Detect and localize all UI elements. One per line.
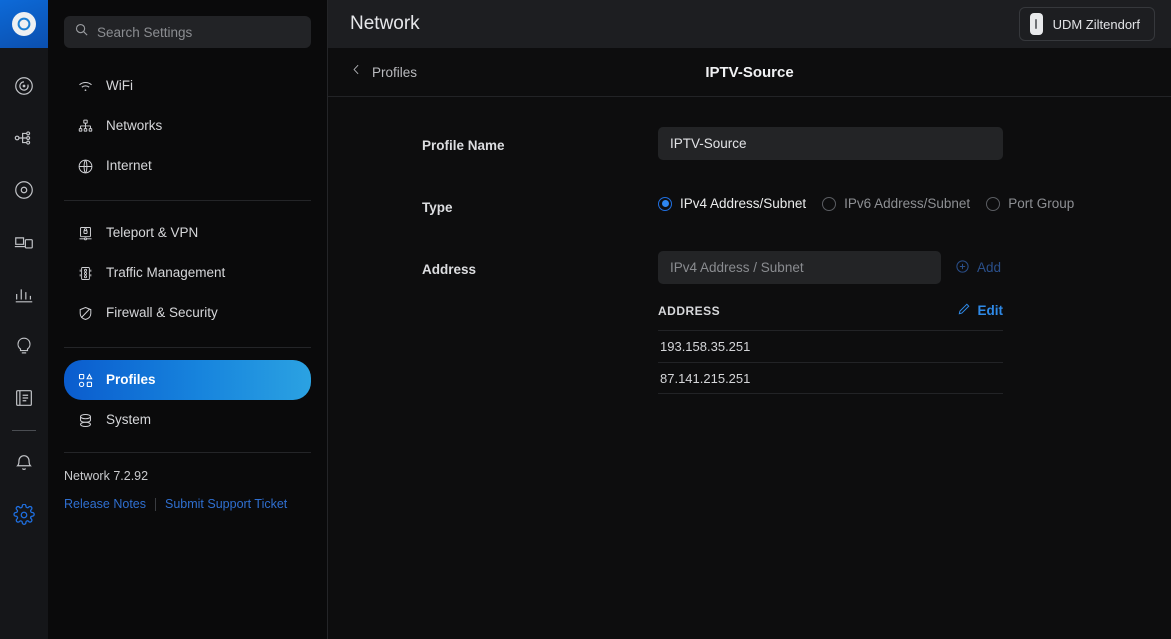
rail-item-clients[interactable] [0, 216, 48, 268]
address-table: ADDRESS Edit 193.158.35.251 87.141.215.2… [658, 302, 1003, 394]
radio-indicator-icon [658, 196, 672, 211]
pencil-icon [957, 302, 971, 319]
profile-name-input[interactable]: IPTV-Source [658, 127, 1003, 160]
profile-name-value: IPTV-Source [670, 136, 747, 151]
rail-item-notifications[interactable] [0, 437, 48, 489]
content-header: Profiles IPTV-Source [328, 48, 1171, 97]
traffic-management-icon [76, 265, 94, 282]
breadcrumb-label: Profiles [372, 64, 418, 80]
system-icon [76, 412, 94, 429]
settings-sidebar: Search Settings WiFi Networks Internet T… [48, 0, 328, 639]
form-row-profile-name: Profile Name IPTV-Source [328, 127, 1171, 167]
submit-support-ticket-link[interactable]: Submit Support Ticket [165, 497, 287, 511]
profile-form: Profile Name IPTV-Source Type IPv4 Addre… [328, 97, 1171, 416]
address-input[interactable]: IPv4 Address / Subnet [658, 251, 941, 284]
udm-device-icon [1029, 13, 1043, 35]
search-icon [74, 22, 89, 42]
sidebar-item-traffic-management[interactable]: Traffic Management [64, 253, 311, 293]
sidebar-group-services: Teleport & VPN Traffic Management Firewa… [64, 213, 311, 333]
sidebar-item-networks[interactable]: Networks [64, 106, 311, 146]
radio-ipv4-address-subnet[interactable]: IPv4 Address/Subnet [658, 196, 806, 211]
type-label: Type [422, 200, 453, 215]
icon-rail [0, 0, 48, 639]
sidebar-item-label: Networks [106, 118, 163, 134]
chevron-left-icon [350, 63, 363, 81]
networks-icon [76, 118, 94, 135]
sidebar-item-label: Traffic Management [106, 265, 226, 281]
sidebar-divider [64, 200, 311, 201]
search-placeholder: Search Settings [97, 24, 193, 40]
radio-indicator-icon [822, 196, 837, 211]
profile-name-label: Profile Name [422, 138, 505, 153]
profiles-icon [76, 372, 94, 389]
app-root: Search Settings WiFi Networks Internet T… [0, 0, 1171, 639]
sidebar-item-label: Teleport & VPN [106, 225, 199, 241]
edit-label: Edit [977, 303, 1004, 318]
version-label: Network 7.2.92 [64, 469, 149, 483]
address-placeholder: IPv4 Address / Subnet [670, 260, 804, 275]
address-entry-line: IPv4 Address / Subnet Add [658, 251, 1171, 284]
sidebar-item-profiles[interactable]: Profiles [64, 360, 311, 400]
sidebar-item-label: Profiles [106, 372, 156, 388]
form-row-type: Type IPv4 Address/Subnet IPv6 Address/Su… [328, 189, 1171, 229]
address-column-header: ADDRESS [658, 303, 721, 318]
sidebar-group-connectivity: WiFi Networks Internet [64, 66, 311, 186]
rail-item-topology[interactable] [0, 112, 48, 164]
shield-icon [76, 305, 94, 322]
rail-item-insights[interactable] [0, 320, 48, 372]
edit-addresses-button[interactable]: Edit [957, 302, 1004, 319]
radio-ipv6-address-subnet[interactable]: IPv6 Address/Subnet [822, 196, 970, 211]
plus-circle-icon [955, 259, 970, 277]
sidebar-item-label: Firewall & Security [106, 305, 218, 321]
sidebar-item-internet[interactable]: Internet [64, 146, 311, 186]
footer-link-separator [155, 497, 156, 511]
main-area: Network UDM Ziltendorf Profiles IPTV-Sou… [328, 0, 1171, 639]
address-label: Address [422, 262, 477, 277]
radio-indicator-icon [986, 196, 1001, 211]
teleport-vpn-icon [76, 225, 94, 242]
sidebar-item-label: Internet [106, 158, 152, 174]
top-bar: Network UDM Ziltendorf [328, 0, 1171, 48]
type-radio-group: IPv4 Address/Subnet IPv6 Address/Subnet … [658, 189, 1171, 211]
radio-label: IPv6 Address/Subnet [844, 196, 971, 211]
wifi-icon [76, 78, 94, 95]
unifi-logo-icon[interactable] [0, 0, 48, 48]
radio-port-group[interactable]: Port Group [986, 196, 1074, 211]
sidebar-divider [64, 347, 311, 348]
rail-item-settings[interactable] [0, 489, 48, 541]
search-input[interactable]: Search Settings [64, 16, 311, 48]
sidebar-item-label: WiFi [106, 78, 133, 94]
rail-item-statistics[interactable] [0, 268, 48, 320]
sidebar-item-wifi[interactable]: WiFi [64, 66, 311, 106]
rail-item-logs[interactable] [0, 372, 48, 424]
table-row[interactable]: 193.158.35.251 [658, 330, 1003, 362]
radio-label: Port Group [1008, 196, 1075, 211]
table-row[interactable]: 87.141.215.251 [658, 362, 1003, 394]
rail-icon-list [0, 48, 48, 541]
address-value: 87.141.215.251 [660, 370, 751, 386]
add-address-button[interactable]: Add [955, 259, 1001, 277]
device-selector[interactable]: UDM Ziltendorf [1018, 7, 1155, 41]
device-name: UDM Ziltendorf [1052, 16, 1140, 32]
sidebar-item-label: System [106, 412, 152, 428]
sidebar-group-management: Profiles System [64, 360, 311, 440]
internet-globe-icon [76, 158, 94, 175]
form-row-address: Address IPv4 Address / Subnet Add ADDRES… [328, 251, 1171, 394]
page-title: IPTV-Source [705, 63, 794, 81]
sidebar-item-teleport-vpn[interactable]: Teleport & VPN [64, 213, 311, 253]
address-value: 193.158.35.251 [660, 339, 751, 354]
sidebar-item-firewall-security[interactable]: Firewall & Security [64, 293, 311, 333]
radio-label: IPv4 Address/Subnet [680, 196, 807, 211]
breadcrumb-back[interactable]: Profiles [350, 63, 417, 81]
rail-item-dashboard[interactable] [0, 60, 48, 112]
app-title: Network [350, 13, 420, 34]
sidebar-footer-links: Release Notes Submit Support Ticket [64, 497, 311, 511]
rail-item-devices[interactable] [0, 164, 48, 216]
release-notes-link[interactable]: Release Notes [64, 497, 146, 511]
sidebar-footer-divider [64, 452, 311, 453]
rail-divider [12, 430, 36, 431]
address-table-header: ADDRESS Edit [658, 302, 1003, 330]
sidebar-item-system[interactable]: System [64, 400, 311, 440]
add-label: Add [977, 260, 1002, 275]
